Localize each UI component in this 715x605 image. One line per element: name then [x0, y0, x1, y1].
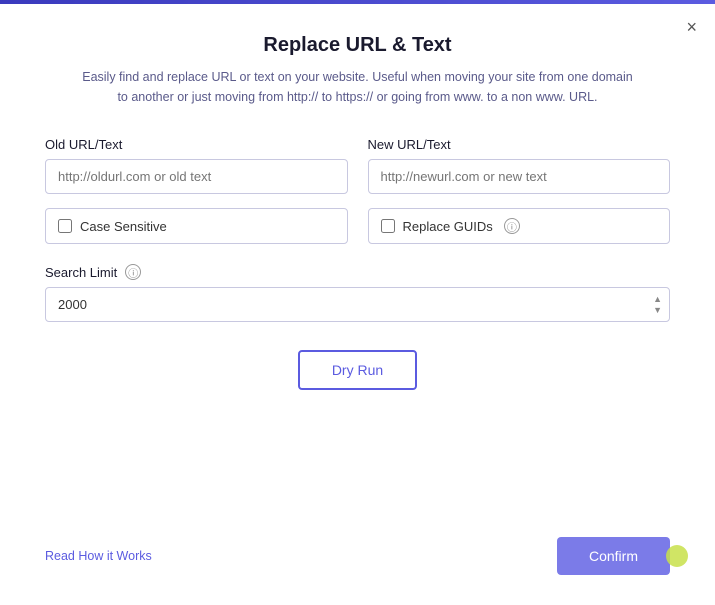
- dry-run-row: Dry Run: [45, 350, 670, 390]
- dialog: × Replace URL & Text Easily find and rep…: [0, 4, 715, 605]
- replace-guids-info-icon[interactable]: ⓘ: [504, 218, 520, 234]
- limit-input-wrap: ▲ ▼: [45, 287, 670, 322]
- new-url-input[interactable]: [368, 159, 671, 194]
- footer-row: Read How it Works Confirm: [45, 537, 670, 575]
- spinner-up-button[interactable]: ▲: [653, 295, 662, 304]
- new-url-label: New URL/Text: [368, 137, 671, 152]
- case-sensitive-checkbox[interactable]: [58, 219, 72, 233]
- spinner-buttons: ▲ ▼: [653, 295, 662, 315]
- spinner-down-button[interactable]: ▼: [653, 306, 662, 315]
- close-button[interactable]: ×: [686, 18, 697, 36]
- confirm-button[interactable]: Confirm: [557, 537, 670, 575]
- replace-guids-checkbox[interactable]: [381, 219, 395, 233]
- dry-run-button[interactable]: Dry Run: [298, 350, 417, 390]
- search-limit-section: Search Limit ⓘ ▲ ▼: [45, 264, 670, 322]
- search-limit-info-icon[interactable]: ⓘ: [125, 264, 141, 280]
- case-sensitive-label: Case Sensitive: [80, 219, 167, 234]
- case-sensitive-group: Case Sensitive: [45, 208, 348, 244]
- dialog-title: Replace URL & Text: [45, 34, 670, 57]
- search-limit-label: Search Limit ⓘ: [45, 264, 670, 280]
- search-limit-text: Search Limit: [45, 265, 117, 280]
- new-url-group: New URL/Text: [368, 137, 671, 194]
- replace-guids-group: Replace GUIDs ⓘ: [368, 208, 671, 244]
- old-url-label: Old URL/Text: [45, 137, 348, 152]
- dialog-subtitle: Easily find and replace URL or text on y…: [78, 67, 638, 107]
- cursor-indicator: [666, 545, 688, 567]
- old-url-group: Old URL/Text: [45, 137, 348, 194]
- url-fields-row: Old URL/Text New URL/Text: [45, 137, 670, 194]
- replace-guids-label: Replace GUIDs: [403, 219, 493, 234]
- read-how-it-works-link[interactable]: Read How it Works: [45, 549, 152, 563]
- old-url-input[interactable]: [45, 159, 348, 194]
- search-limit-input[interactable]: [45, 287, 670, 322]
- checkboxes-row: Case Sensitive Replace GUIDs ⓘ: [45, 208, 670, 244]
